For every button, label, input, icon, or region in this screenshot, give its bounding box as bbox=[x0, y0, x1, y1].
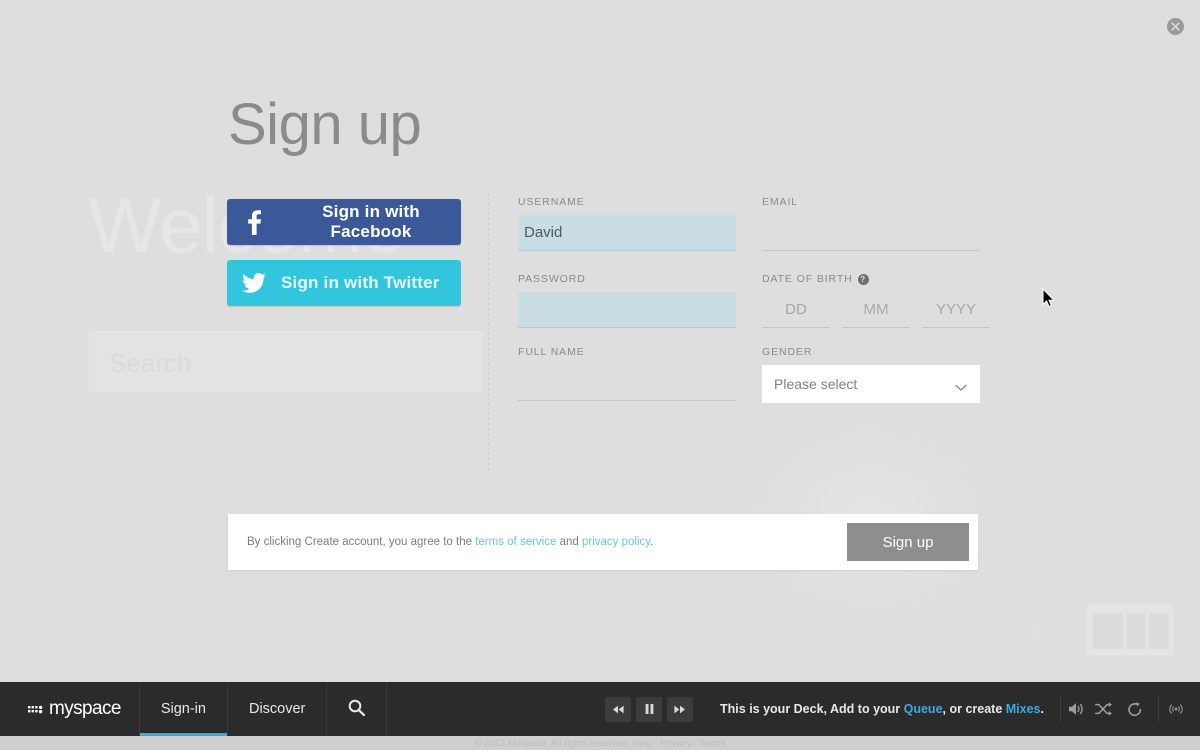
terms-suffix: . bbox=[650, 536, 654, 548]
bottom-nav-spacer bbox=[387, 682, 605, 736]
form-column-left: USERNAME PASSWORD FULL NAME bbox=[518, 196, 736, 401]
deck-middle: , or create bbox=[942, 702, 1006, 716]
gender-select[interactable]: Please selectMaleFemaleOther bbox=[762, 365, 980, 403]
broadcast-icon[interactable] bbox=[1158, 696, 1183, 722]
pause-icon[interactable] bbox=[636, 696, 663, 722]
volume-icon[interactable] bbox=[1060, 696, 1085, 722]
gender-select-wrapper: Please selectMaleFemaleOther bbox=[762, 365, 980, 403]
dob-label-text: DATE OF BIRTH bbox=[762, 273, 853, 285]
facebook-signin-label: Sign in with Facebook bbox=[322, 202, 420, 241]
field-email: EMAIL bbox=[762, 196, 980, 251]
password-input[interactable] bbox=[518, 292, 736, 328]
nav-item-discover-label: Discover bbox=[248, 701, 306, 717]
fullname-label: FULL NAME bbox=[518, 346, 585, 358]
twitter-signin-label: Sign in with Twitter bbox=[281, 273, 440, 292]
nav-item-discover[interactable]: Discover bbox=[228, 682, 328, 736]
fullname-input[interactable] bbox=[518, 365, 736, 401]
terms-prefix: By clicking Create account, you agree to… bbox=[247, 536, 476, 548]
background-caption: watch now bbox=[1000, 626, 1057, 638]
dob-month-input[interactable] bbox=[842, 292, 910, 328]
rewind-icon[interactable] bbox=[605, 696, 632, 722]
close-icon[interactable] bbox=[1167, 18, 1184, 35]
player-right-icons bbox=[1054, 682, 1200, 736]
queue-link[interactable]: Queue bbox=[904, 702, 943, 716]
terms-of-service-link[interactable]: terms of service bbox=[475, 536, 556, 548]
field-date-of-birth: DATE OF BIRTH ? bbox=[762, 273, 990, 328]
nav-item-sign-in-label: Sign-in bbox=[160, 701, 206, 717]
username-input[interactable] bbox=[518, 215, 736, 251]
fast-forward-icon[interactable] bbox=[667, 696, 694, 722]
shuffle-icon[interactable] bbox=[1091, 696, 1116, 722]
app-root: Welcome Search watch now Sign up Sign in… bbox=[0, 0, 1200, 750]
player-controls: This is your Deck, Add to your Queue, or… bbox=[605, 682, 1054, 736]
question-mark-icon[interactable]: ? bbox=[857, 273, 869, 285]
email-input[interactable] bbox=[762, 215, 980, 251]
page-title: Sign up bbox=[228, 92, 422, 157]
field-username: USERNAME bbox=[518, 196, 736, 251]
bottom-navigation-bar: myspace Sign-in Discover This is your De… bbox=[0, 682, 1200, 736]
mixes-link[interactable]: Mixes bbox=[1006, 702, 1041, 716]
dob-year-input[interactable] bbox=[922, 292, 990, 328]
background-search-box: Search bbox=[88, 330, 484, 392]
dob-day-input[interactable] bbox=[762, 292, 830, 328]
field-fullname: FULL NAME bbox=[518, 346, 736, 401]
dob-inputs bbox=[762, 292, 990, 328]
dob-label: DATE OF BIRTH ? bbox=[762, 273, 980, 285]
facebook-icon bbox=[227, 209, 281, 235]
bottom-nav-left: myspace Sign-in Discover bbox=[0, 682, 388, 736]
nav-item-sign-in[interactable]: Sign-in bbox=[139, 682, 228, 736]
social-signin-group: Sign in with Facebook Sign in with Twitt… bbox=[227, 199, 461, 306]
twitter-icon bbox=[227, 273, 281, 293]
form-column-right: EMAIL DATE OF BIRTH ? GENDER Please sele… bbox=[762, 196, 990, 403]
deck-suffix: . bbox=[1040, 702, 1044, 716]
field-password: PASSWORD bbox=[518, 273, 736, 328]
background-search-placeholder: Search bbox=[109, 348, 192, 378]
signup-submit-button[interactable]: Sign up bbox=[847, 523, 969, 561]
myspace-dots-icon bbox=[28, 703, 45, 716]
privacy-policy-link[interactable]: privacy policy bbox=[582, 536, 650, 548]
form-divider bbox=[488, 193, 489, 473]
copyright-bar: © 2012 Myspace. All rights reserved. Hel… bbox=[0, 736, 1200, 750]
terms-text: By clicking Create account, you agree to… bbox=[247, 536, 653, 548]
field-gender: GENDER Please selectMaleFemaleOther bbox=[762, 346, 980, 403]
email-label: EMAIL bbox=[762, 196, 799, 208]
gender-label: GENDER bbox=[762, 346, 813, 358]
repeat-icon[interactable] bbox=[1122, 696, 1147, 722]
deck-prefix: This is your Deck, Add to your bbox=[720, 702, 904, 716]
twitter-signin-button[interactable]: Sign in with Twitter bbox=[227, 260, 461, 306]
facebook-signin-button[interactable]: Sign in with Facebook bbox=[227, 199, 461, 245]
myspace-logo[interactable]: myspace bbox=[0, 682, 140, 736]
background-thumbnail bbox=[1086, 604, 1174, 656]
terms-middle: and bbox=[556, 536, 582, 548]
search-icon bbox=[348, 699, 366, 720]
username-label: USERNAME bbox=[518, 196, 585, 208]
copyright-text: © 2012 Myspace. All rights reserved. Hel… bbox=[474, 737, 726, 749]
deck-message: This is your Deck, Add to your Queue, or… bbox=[720, 702, 1044, 716]
nav-search-button[interactable] bbox=[327, 682, 388, 736]
myspace-logo-text: myspace bbox=[49, 698, 121, 719]
password-label: PASSWORD bbox=[518, 273, 586, 285]
terms-bar: By clicking Create account, you agree to… bbox=[228, 514, 978, 570]
